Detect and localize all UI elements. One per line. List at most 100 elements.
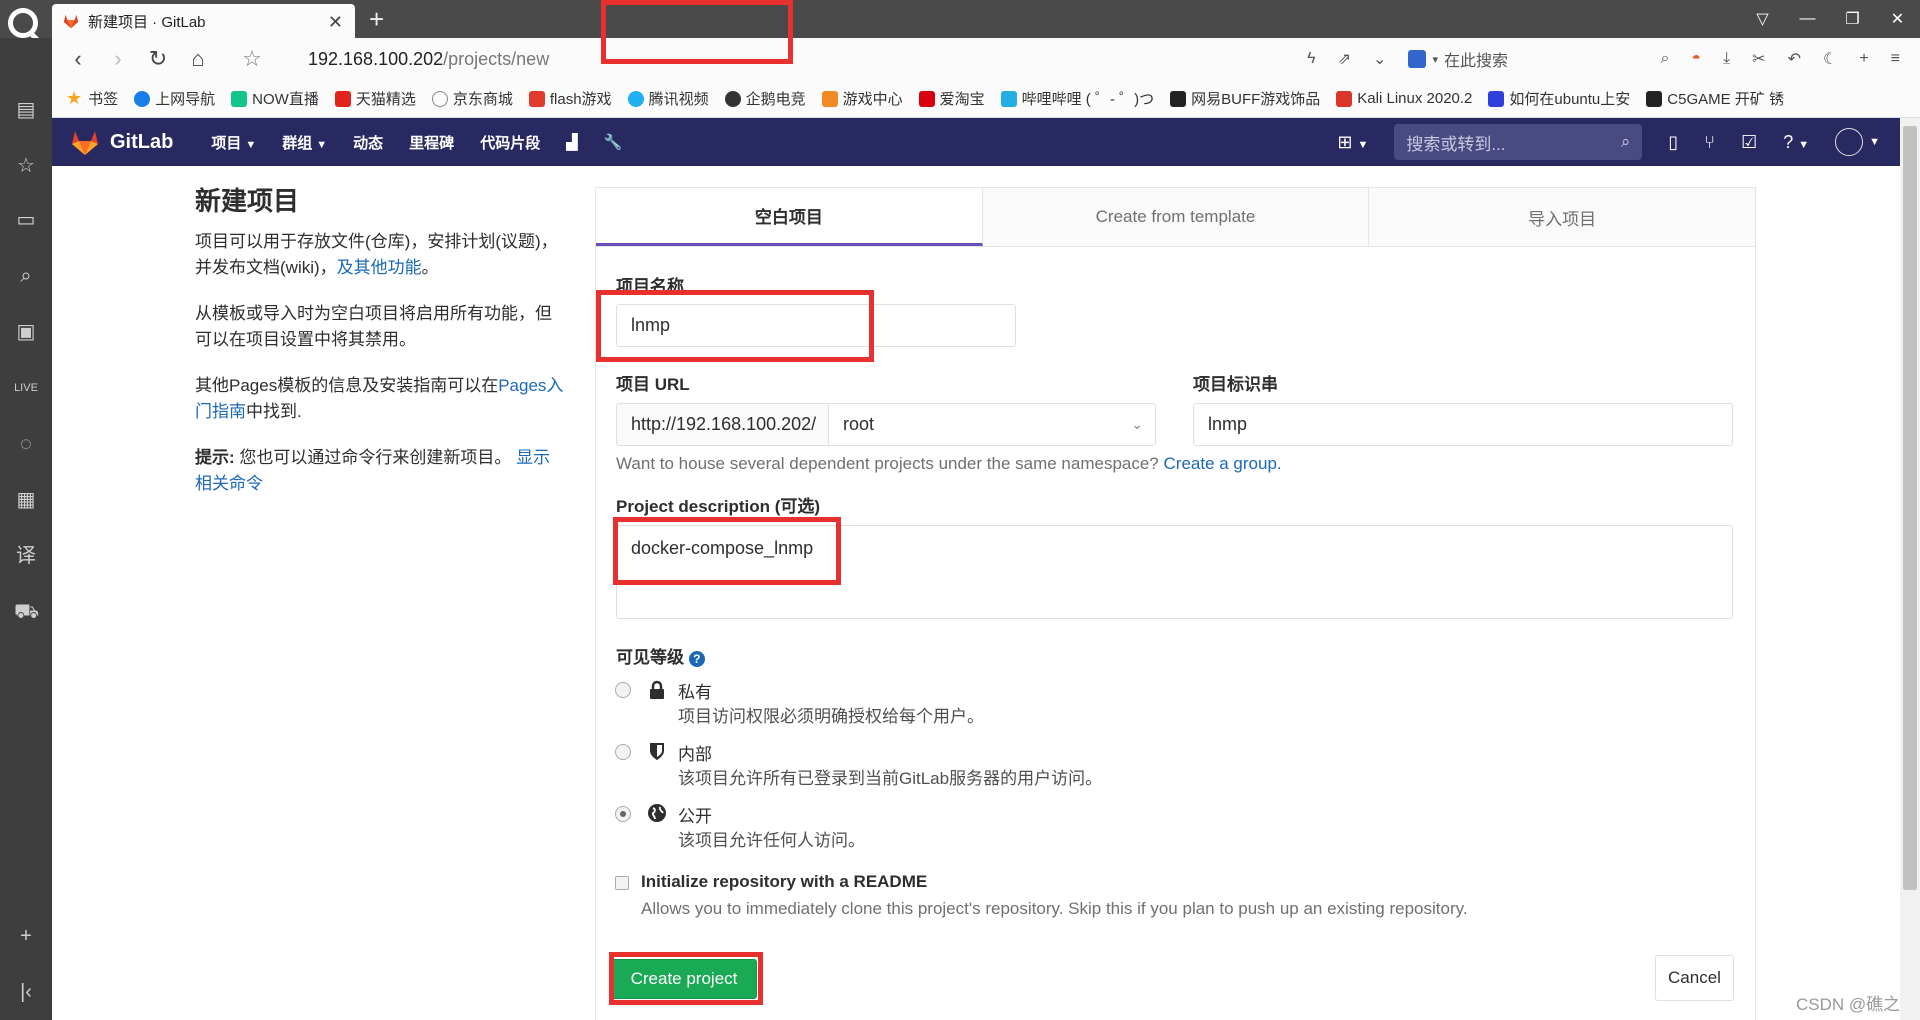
tab-close-icon[interactable]: ✕ [328, 12, 343, 33]
reader-icon[interactable]: ▭ [14, 208, 38, 232]
bookmark-label: 腾讯视频 [648, 91, 709, 108]
user-menu[interactable]: ▼ [1835, 128, 1880, 156]
cancel-button[interactable]: Cancel [1655, 955, 1734, 1001]
create-group-link[interactable]: Create a group. [1164, 454, 1282, 473]
bookmark-item[interactable]: 如何在ubuntu上安 [1488, 88, 1630, 109]
new-tab-icon[interactable]: + [369, 6, 384, 32]
browser-tab-active[interactable]: 新建项目 · GitLab ✕ [52, 4, 355, 38]
help-icon[interactable]: ? ▼ [1783, 132, 1809, 153]
back-icon[interactable]: ‹ [58, 46, 98, 72]
dropdown-icon[interactable]: ⌄ [1373, 49, 1386, 69]
tab-blank-project[interactable]: 空白项目 [596, 188, 983, 246]
bookmark-item[interactable]: flash游戏 [528, 88, 612, 109]
gitlab-nav: 项目 ▼ 群组 ▼ 动态 里程碑 代码片段 ▟ 🔧 [211, 132, 622, 153]
gitlab-logo[interactable]: GitLab [70, 128, 173, 156]
chat-icon[interactable]: ◌ [14, 432, 38, 456]
bookmark-label: 上网导航 [155, 91, 216, 108]
night-mode-icon[interactable]: ☾ [1823, 49, 1837, 69]
visibility-internal-radio[interactable] [615, 744, 631, 760]
readme-desc: Allows you to immediately clone this pro… [641, 899, 1468, 918]
nav-groups[interactable]: 群组 ▼ [282, 132, 327, 153]
todo-icon[interactable]: ☑ [1741, 132, 1757, 153]
bookmark-item[interactable]: 网易BUFF游戏饰品 [1170, 88, 1320, 109]
menu-icon[interactable]: ≡ [1891, 50, 1900, 68]
help-circle-icon[interactable]: ? [688, 651, 705, 667]
nav-projects[interactable]: 项目 ▼ [211, 132, 256, 153]
visibility-private-radio[interactable] [615, 682, 631, 698]
bookmark-item[interactable]: 京东商城 [431, 88, 513, 109]
share-icon[interactable]: ⇗ [1338, 49, 1351, 69]
translate-icon[interactable]: 译 [14, 544, 38, 568]
video-icon[interactable]: ▣ [14, 320, 38, 344]
skin-icon[interactable]: ▽ [1740, 0, 1785, 38]
penguin-icon [724, 90, 741, 107]
nav-milestones[interactable]: 里程碑 [409, 132, 454, 153]
gitlab-search-input[interactable]: 搜索或转到... ⌕ [1394, 124, 1643, 160]
search-engine-box[interactable]: ▾ 在此搜索 [1408, 47, 1638, 71]
bookmark-item[interactable]: 游戏中心 [821, 88, 903, 109]
bookmark-item[interactable]: NOW直播 [231, 88, 319, 109]
globe-icon [648, 804, 666, 822]
annotation-box-create [609, 952, 763, 1005]
undo-icon[interactable]: ↶ [1788, 49, 1801, 69]
bookmarks-bar: ★ 书签 上网导航 NOW直播 天猫精选 京东商城 flash游戏 腾讯视频 企鹅… [52, 80, 1920, 118]
window-close-icon[interactable]: ✕ [1875, 0, 1920, 38]
bookmark-item[interactable]: 企鹅电竞 [724, 88, 806, 109]
search-icon[interactable]: ⌕ [1660, 50, 1669, 68]
minimize-icon[interactable]: — [1785, 0, 1830, 38]
readme-checkbox[interactable] [615, 876, 629, 890]
briefcase-icon[interactable]: ▦ [14, 488, 38, 512]
live-icon[interactable]: LIVE [14, 376, 38, 400]
tab-import-project[interactable]: 导入项目 [1369, 188, 1755, 246]
new-plus-icon[interactable]: ⊞ ▼ [1337, 132, 1368, 153]
visibility-public-radio[interactable] [615, 806, 631, 822]
nav-label: 群组 [282, 134, 313, 152]
wrench-icon[interactable]: 🔧 [604, 133, 623, 151]
bookmark-item[interactable]: 上网导航 [134, 88, 215, 109]
home-icon[interactable]: ⌂ [178, 46, 218, 72]
namespace-select[interactable]: root ⌄ [828, 403, 1156, 446]
forward-icon[interactable]: › [98, 46, 138, 72]
issues-icon[interactable]: ▯ [1668, 132, 1678, 153]
nav-snippets[interactable]: 代码片段 [480, 132, 540, 153]
bookmark-star-icon[interactable]: ☆ [232, 46, 272, 72]
lightning-icon[interactable]: ϟ [1307, 50, 1315, 68]
search-sidebar-icon[interactable]: ⌕ [14, 264, 38, 288]
favorites-icon[interactable]: ☆ [14, 154, 38, 178]
bookmark-label: 京东商城 [452, 91, 513, 108]
collapse-sidebar-icon[interactable]: |‹ [14, 980, 38, 1004]
scrollbar-thumb[interactable] [1903, 126, 1917, 890]
url-field[interactable]: 192.168.100.202/projects/new [308, 49, 549, 70]
project-url-label: 项目 URL [616, 375, 690, 394]
add-icon[interactable]: + [14, 924, 38, 948]
cart-icon[interactable]: ⛟ [14, 600, 39, 624]
tencent-video-icon [627, 90, 644, 107]
gitlab-header: GitLab 项目 ▼ 群组 ▼ 动态 里程碑 代码片段 ▟ 🔧 ⊞ ▼ 搜索或转到… [52, 118, 1900, 166]
chart-icon[interactable]: ▟ [566, 133, 578, 151]
download-icon[interactable]: ⤓ [1723, 50, 1730, 68]
add-extension-icon[interactable]: + [1859, 50, 1868, 68]
bookmark-item[interactable]: Kali Linux 2020.2 [1336, 90, 1472, 107]
reload-icon[interactable]: ↻ [138, 46, 178, 72]
page-scrollbar[interactable] [1900, 118, 1920, 1020]
bookmark-item[interactable]: 哔哩哔哩 ( ゜- ゜)つ [1000, 88, 1154, 109]
nav-activity[interactable]: 动态 [353, 132, 383, 153]
bookmark-item[interactable]: C5GAME 开矿 锈 [1646, 88, 1784, 109]
csdn-icon [1336, 90, 1353, 107]
other-features-link[interactable]: 及其他功能 [337, 258, 422, 277]
baidu-icon [1408, 50, 1427, 68]
browser-titlebar: 新建项目 · GitLab ✕ + ▽ — ❐ ✕ [0, 0, 1920, 38]
tab-create-from-template[interactable]: Create from template [983, 188, 1370, 246]
bookmark-item[interactable]: 爱淘宝 [918, 88, 985, 109]
gamepad-icon[interactable]: ◓ [1691, 50, 1701, 68]
merge-request-icon[interactable]: ⑂ [1704, 132, 1715, 153]
bookmark-item[interactable]: 天猫精选 [334, 88, 416, 109]
screenshot-icon[interactable]: ✂ [1752, 49, 1765, 69]
browser-logo-icon[interactable] [8, 8, 38, 38]
news-icon[interactable]: ▤ [14, 98, 38, 122]
bookmark-label: 企鹅电竞 [745, 91, 806, 108]
restore-icon[interactable]: ❐ [1830, 0, 1875, 38]
bookmark-item[interactable]: 腾讯视频 [627, 88, 709, 109]
bookmark-item-root[interactable]: ★ 书签 [66, 88, 118, 109]
project-slug-input[interactable]: lnmp [1193, 403, 1733, 446]
